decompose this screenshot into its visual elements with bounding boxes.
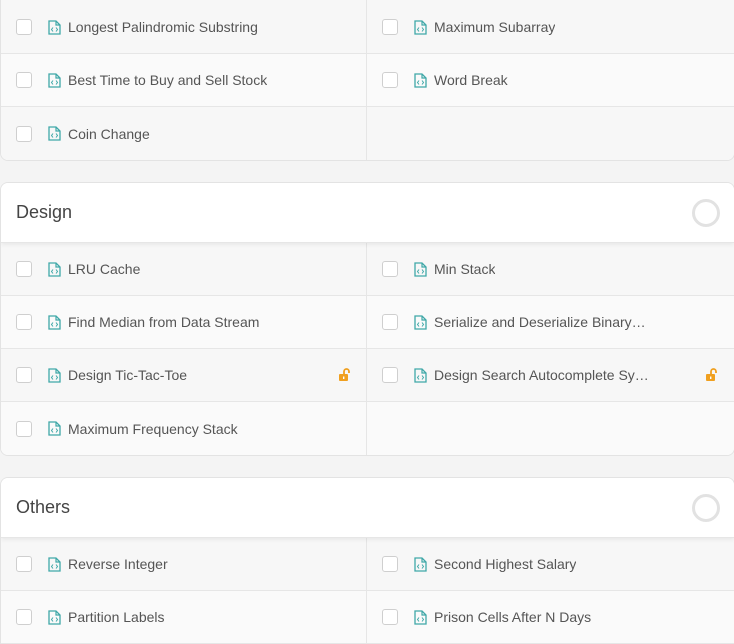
problem-checkbox[interactable] <box>382 609 398 625</box>
unlock-icon <box>338 367 352 382</box>
problem-item[interactable]: Coin Change <box>1 107 367 160</box>
progress-ring-icon <box>692 198 720 227</box>
problem-item[interactable]: Word Break <box>367 54 734 107</box>
problem-item[interactable]: Longest Palindromic Substring <box>1 0 367 54</box>
problem-checkbox[interactable] <box>16 556 32 572</box>
code-file-icon <box>414 19 427 35</box>
problem-checkbox[interactable] <box>16 72 32 88</box>
code-file-icon <box>48 126 61 141</box>
problem-checkbox[interactable] <box>382 261 398 277</box>
problem-item[interactable]: Best Time to Buy and Sell Stock <box>1 54 367 107</box>
code-file-icon <box>48 556 61 572</box>
problem-name[interactable]: Find Median from Data Stream <box>68 314 259 330</box>
section-header[interactable]: Design <box>1 183 734 243</box>
problem-item[interactable]: Min Stack <box>367 243 734 296</box>
problem-name[interactable]: Maximum Frequency Stack <box>68 421 238 437</box>
section-card-dynamic-programming: Longest Palindromic Substring Maximum Su… <box>0 0 734 161</box>
code-file-icon <box>48 367 61 383</box>
problem-item[interactable]: Find Median from Data Stream <box>1 296 367 349</box>
problem-checkbox[interactable] <box>16 314 32 330</box>
problem-item[interactable]: Second Highest Salary <box>367 538 734 591</box>
problem-name[interactable]: Longest Palindromic Substring <box>68 19 258 35</box>
problem-checkbox[interactable] <box>16 420 32 437</box>
code-file-icon <box>48 609 61 625</box>
unlock-icon <box>705 367 719 382</box>
code-file-icon <box>48 72 61 88</box>
section-header[interactable]: Others <box>1 478 734 538</box>
code-file-icon <box>48 261 61 277</box>
problem-checkbox[interactable] <box>16 609 32 625</box>
problem-name[interactable]: Serialize and Deserialize Binary … <box>434 314 649 330</box>
problem-item[interactable]: Partition Labels <box>1 591 367 644</box>
study-plan-page: Longest Palindromic Substring Maximum Su… <box>0 0 734 644</box>
section-title: Design <box>16 202 73 222</box>
progress-ring-icon <box>692 493 720 522</box>
problem-checkbox[interactable] <box>382 556 398 572</box>
problem-checkbox[interactable] <box>382 314 398 330</box>
code-file-icon <box>414 72 427 88</box>
code-file-icon <box>414 367 427 383</box>
problem-name[interactable]: Reverse Integer <box>68 556 168 572</box>
problem-item[interactable]: Design Search Autocomplete Sy… <box>367 349 734 402</box>
code-file-icon <box>414 261 427 277</box>
section-title: Others <box>16 497 71 517</box>
problem-item[interactable]: Maximum Subarray <box>367 0 734 54</box>
problem-name[interactable]: Design Tic-Tac-Toe <box>68 367 187 383</box>
problem-item[interactable]: LRU Cache <box>1 243 367 296</box>
code-file-icon <box>48 421 61 436</box>
section-card-others: Others Reverse Integer Second Highest Sa… <box>0 477 734 644</box>
problem-checkbox[interactable] <box>16 367 32 383</box>
problem-checkbox[interactable] <box>382 72 398 88</box>
problem-name[interactable]: Word Break <box>434 72 508 88</box>
problem-item[interactable]: Design Tic-Tac-Toe <box>1 349 367 402</box>
empty-cell <box>367 107 734 160</box>
section-card-design: Design LRU Cache Min Stack Find Median f… <box>0 182 734 456</box>
problem-checkbox[interactable] <box>382 19 398 35</box>
problem-item[interactable]: Maximum Frequency Stack <box>1 402 367 455</box>
problem-name[interactable]: Min Stack <box>434 261 495 277</box>
code-file-icon <box>414 609 427 625</box>
problem-item[interactable]: Serialize and Deserialize Binary … <box>367 296 734 349</box>
problem-checkbox[interactable] <box>16 19 32 35</box>
code-file-icon <box>48 19 61 35</box>
empty-cell <box>367 402 734 455</box>
problem-checkbox[interactable] <box>16 261 32 277</box>
problem-name[interactable]: Prison Cells After N Days <box>434 609 591 625</box>
problem-name[interactable]: Design Search Autocomplete Sy… <box>434 367 649 383</box>
code-file-icon <box>48 314 61 330</box>
problem-name[interactable]: Coin Change <box>68 126 150 142</box>
problem-name[interactable]: LRU Cache <box>68 261 140 277</box>
problem-grid: Reverse Integer Second Highest Salary Pa… <box>1 538 734 644</box>
code-file-icon <box>414 314 427 330</box>
code-file-icon <box>414 556 427 572</box>
problem-grid: LRU Cache Min Stack Find Median from Dat… <box>1 243 734 455</box>
problem-name[interactable]: Second Highest Salary <box>434 556 576 572</box>
problem-checkbox[interactable] <box>382 367 398 383</box>
problem-checkbox[interactable] <box>16 125 32 142</box>
problem-item[interactable]: Prison Cells After N Days <box>367 591 734 644</box>
problem-name[interactable]: Partition Labels <box>68 609 165 625</box>
problem-grid: Longest Palindromic Substring Maximum Su… <box>1 0 734 160</box>
problem-name[interactable]: Maximum Subarray <box>434 19 555 35</box>
problem-name[interactable]: Best Time to Buy and Sell Stock <box>68 72 267 88</box>
problem-item[interactable]: Reverse Integer <box>1 538 367 591</box>
